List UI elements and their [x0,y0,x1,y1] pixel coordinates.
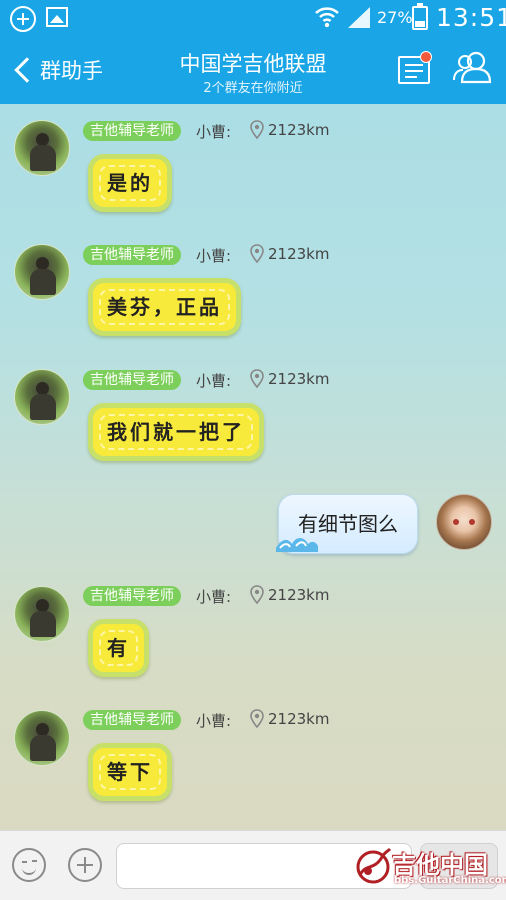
emoji-icon[interactable] [12,848,46,882]
wifi-icon [315,7,339,28]
chat-header: 群助手 中国学吉他联盟 2个群友在你附近 [0,36,506,104]
chevron-left-icon [14,57,40,83]
message-bubble[interactable]: 是的 [88,154,172,212]
distance-text: 2123km [268,710,330,728]
clock: 13:51 [436,3,506,32]
chat-title: 中国学吉他联盟 [179,52,327,76]
sender-name: 小曹: [196,123,232,141]
avatar[interactable] [14,586,70,642]
avatar[interactable] [14,710,70,766]
watermark: 吉他中国 bbs.GuitarChina.com [352,845,506,889]
add-circle-icon [10,6,36,32]
sender-name: 小曹: [196,372,232,390]
status-bar: 27% 13:51 [0,0,506,36]
location-pin-icon [250,369,264,389]
image-icon [46,7,68,27]
avatar[interactable] [14,369,70,425]
guitarchina-logo-icon [356,847,392,884]
location-pin-icon [250,244,264,264]
avatar[interactable] [14,120,70,176]
watermark-url: bbs.GuitarChina.com [394,875,506,886]
unread-dot [420,51,432,63]
sender-name: 小曹: [196,588,232,606]
self-avatar[interactable] [436,494,492,550]
member-title-badge: 吉他辅导老师 [83,710,181,730]
avatar[interactable] [14,244,70,300]
sender-name: 小曹: [196,247,232,265]
battery-icon [412,3,428,30]
location-pin-icon [250,120,264,140]
distance-text: 2123km [268,586,330,604]
back-label: 群助手 [40,59,103,83]
group-members-icon[interactable] [452,50,494,84]
distance-text: 2123km [268,245,330,263]
member-title-badge: 吉他辅导老师 [83,121,181,141]
sender-name: 小曹: [196,712,232,730]
message-bubble[interactable]: 我们就一把了 [88,403,264,461]
member-title-badge: 吉他辅导老师 [83,586,181,606]
distance-text: 2123km [268,121,330,139]
battery-percent: 27% [377,8,413,27]
back-button[interactable]: 群助手 [12,52,103,88]
wave-decoration-icon [276,538,318,552]
message-bubble[interactable]: 等下 [88,743,172,801]
chat-subtitle: 2个群友在你附近 [203,81,303,96]
message-bubble[interactable]: 美芬，正品 [88,278,241,336]
member-title-badge: 吉他辅导老师 [83,370,181,390]
distance-text: 2123km [268,370,330,388]
signal-icon [348,7,370,28]
member-title-badge: 吉他辅导老师 [83,245,181,265]
location-pin-icon [250,585,264,605]
message-bubble[interactable]: 有 [88,619,149,677]
location-pin-icon [250,709,264,729]
plus-icon[interactable] [68,848,102,882]
